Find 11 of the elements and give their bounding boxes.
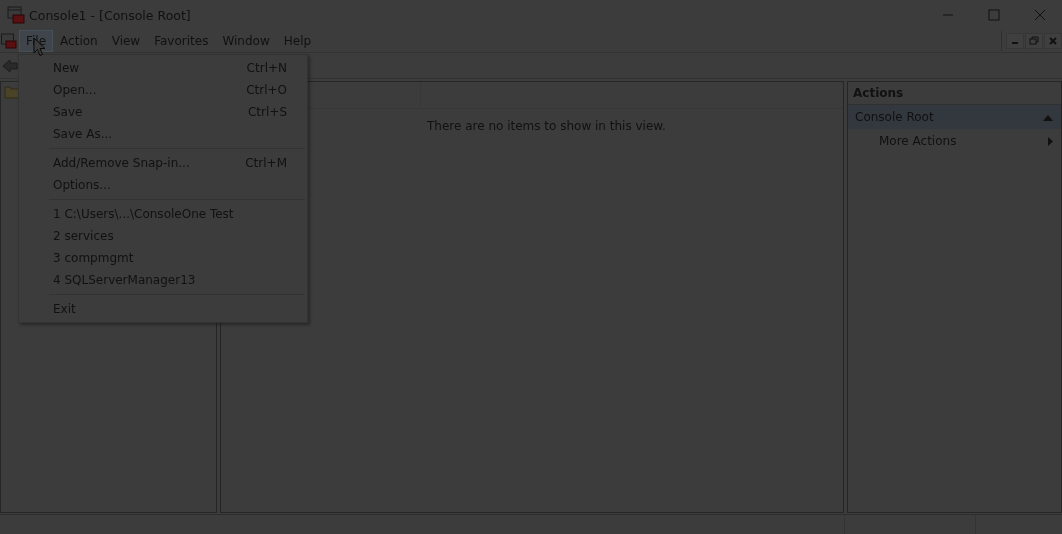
console-icon [7, 6, 25, 24]
submenu-arrow-icon [1048, 136, 1053, 146]
close-icon[interactable] [1044, 33, 1062, 49]
minimize-icon[interactable] [1006, 33, 1024, 49]
restore-icon[interactable] [1025, 33, 1043, 49]
back-arrow-icon[interactable] [2, 58, 18, 73]
close-icon[interactable] [1034, 9, 1046, 21]
console-icon[interactable] [1, 33, 17, 49]
maximize-icon[interactable] [988, 9, 1000, 21]
folder-icon[interactable] [4, 85, 20, 99]
collapse-icon [1043, 115, 1053, 121]
